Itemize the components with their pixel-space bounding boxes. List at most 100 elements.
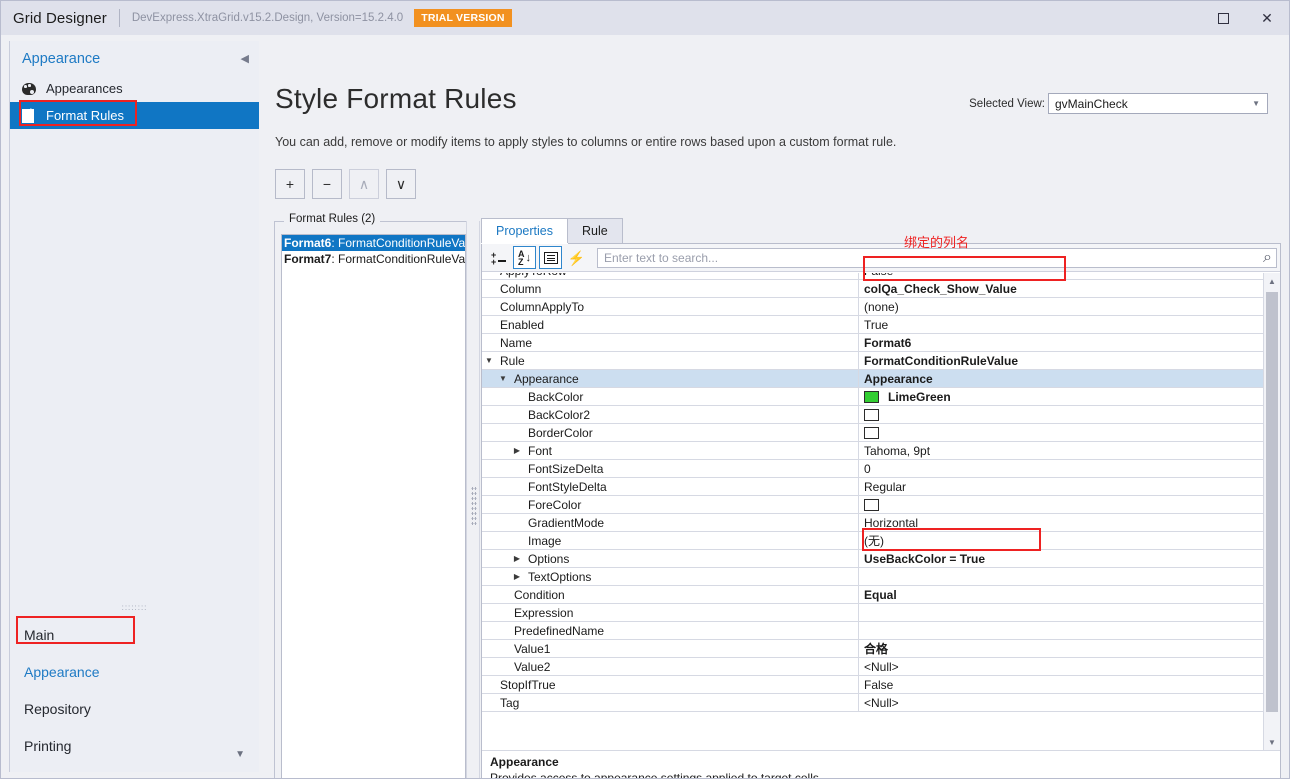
panel-splitter[interactable] [466,221,480,778]
property-value-cell[interactable]: False [859,273,1263,279]
property-row[interactable]: FontStyleDelta Regular [482,478,1263,496]
property-value-cell[interactable]: Horizontal [859,514,1263,531]
sidebar-item-repository[interactable]: Repository [10,690,259,727]
property-row[interactable]: BackColor LimeGreen [482,388,1263,406]
categorized-button[interactable]: + + [487,246,510,269]
property-row[interactable]: GradientMode Horizontal [482,514,1263,532]
property-row[interactable]: FontSizeDelta 0 [482,460,1263,478]
property-value-cell[interactable]: 合格 [859,640,1263,657]
property-value-cell[interactable] [859,604,1263,621]
property-row[interactable]: PredefinedName [482,622,1263,640]
page-subtitle: You can add, remove or modify items to a… [275,135,897,149]
property-row[interactable]: Expression [482,604,1263,622]
alphabetical-button[interactable]: A Z ↓ [513,246,536,269]
list-item[interactable]: Format6: FormatConditionRuleVa [282,235,465,251]
property-value: <Null> [864,695,899,710]
property-row[interactable]: ▼ Appearance Appearance [482,370,1263,388]
expander-collapse-icon[interactable]: ▼ [482,352,496,369]
property-value-cell[interactable]: (无) [859,532,1263,549]
property-value-cell[interactable]: UseBackColor = True [859,550,1263,567]
property-value-cell[interactable]: 0 [859,460,1263,477]
property-row[interactable]: ▼ Rule FormatConditionRuleValue [482,352,1263,370]
tab-rule[interactable]: Rule [566,218,623,243]
expander-expand-icon[interactable]: ▶ [510,568,524,585]
splitter-grip[interactable] [471,486,477,526]
property-value-cell[interactable]: LimeGreen [859,388,1263,405]
property-row[interactable]: StopIfTrue False [482,676,1263,694]
property-value-cell[interactable]: FormatConditionRuleValue [859,352,1263,369]
selected-view-combobox[interactable]: ▼ [1048,93,1268,114]
sidebar-item-main[interactable]: Main [10,616,259,653]
property-row[interactable]: Value1 合格 [482,640,1263,658]
property-value-cell[interactable]: Regular [859,478,1263,495]
property-value-cell[interactable]: Equal [859,586,1263,603]
property-value-cell[interactable]: (none) [859,298,1263,315]
property-value-cell[interactable]: True [859,316,1263,333]
property-row[interactable]: ApplyToRow False [482,273,1263,280]
property-row[interactable]: Value2 <Null> [482,658,1263,676]
move-down-button[interactable]: ∨ [386,169,416,199]
scroll-up-icon[interactable]: ▲ [1264,273,1280,289]
property-value-cell[interactable] [859,424,1263,441]
property-row[interactable]: ColumnApplyTo (none) [482,298,1263,316]
scroll-down-icon[interactable]: ▼ [1264,734,1280,750]
sidebar-item-format-rules[interactable]: Format Rules [10,102,259,129]
property-row[interactable]: ▶ Font Tahoma, 9pt [482,442,1263,460]
property-grid[interactable]: ApplyToRow False Column colQa_Check_Show_Va… [482,273,1280,750]
property-row[interactable]: ▶ TextOptions [482,568,1263,586]
property-row[interactable]: Name Format6 [482,334,1263,352]
property-value: True [864,317,889,332]
expander-expand-icon[interactable]: ▶ [510,442,524,459]
property-row[interactable]: Enabled True [482,316,1263,334]
search-input[interactable] [598,249,1264,266]
property-row[interactable]: Tag <Null> [482,694,1263,712]
property-row[interactable]: Image (无) [482,532,1263,550]
scrollbar-thumb[interactable] [1266,292,1278,712]
search-icon[interactable]: ⌕ [1263,249,1272,267]
property-value-cell[interactable] [859,406,1263,423]
property-row[interactable]: BackColor2 [482,406,1263,424]
property-row[interactable]: ForeColor [482,496,1263,514]
property-name-cell: BackColor2 [482,406,859,423]
sidebar-item-label: Main [24,626,55,643]
expander-expand-icon[interactable]: ▶ [510,550,524,567]
property-value-cell[interactable]: Appearance [859,370,1263,387]
chevron-left-icon[interactable]: ◀ [241,53,249,65]
tab-properties[interactable]: Properties [481,218,568,243]
add-rule-button[interactable]: + [275,169,305,199]
close-button[interactable]: ✕ [1245,1,1289,35]
selected-view-input[interactable] [1049,95,1239,112]
property-description-pane: Appearance Provides access to appearance… [482,750,1280,778]
expander-collapse-icon[interactable]: ▼ [496,370,510,387]
property-grid-scrollbar[interactable]: ▲ ▼ [1263,273,1280,750]
move-up-button[interactable]: ∧ [349,169,379,199]
remove-rule-button[interactable]: − [312,169,342,199]
property-row[interactable]: BorderColor [482,424,1263,442]
property-row[interactable]: ▶ Options UseBackColor = True [482,550,1263,568]
property-value-cell[interactable]: Format6 [859,334,1263,351]
property-row[interactable]: Condition Equal [482,586,1263,604]
property-value-cell[interactable]: Tahoma, 9pt [859,442,1263,459]
list-item[interactable]: Format7: FormatConditionRuleVa [282,251,465,267]
sidebar-item-appearances[interactable]: Appearances [10,75,259,102]
sidebar-item-printing[interactable]: Printing [10,727,259,764]
chevron-down-icon[interactable]: ▼ [235,749,245,760]
property-value-cell[interactable]: <Null> [859,658,1263,675]
title-separator [118,9,120,27]
property-value: <Null> [864,659,899,674]
events-button[interactable]: ⚡ [565,246,588,269]
chevron-down-icon[interactable]: ▼ [1252,99,1260,108]
sidebar-item-appearance[interactable]: Appearance [10,653,259,690]
property-value-cell[interactable]: <Null> [859,694,1263,711]
maximize-button[interactable] [1201,1,1245,35]
nav-resize-grip[interactable]: :::::::: [122,603,148,612]
property-value-cell[interactable]: colQa_Check_Show_Value [859,280,1263,297]
format-rules-list[interactable]: Format6: FormatConditionRuleVa Format7: … [281,234,466,778]
properties-button[interactable] [539,246,562,269]
property-value-cell[interactable]: False [859,676,1263,693]
property-name: BorderColor [528,425,593,440]
property-row[interactable]: Column colQa_Check_Show_Value [482,280,1263,298]
property-value-cell[interactable] [859,622,1263,639]
property-value-cell[interactable] [859,496,1263,513]
property-value-cell[interactable] [859,568,1263,585]
